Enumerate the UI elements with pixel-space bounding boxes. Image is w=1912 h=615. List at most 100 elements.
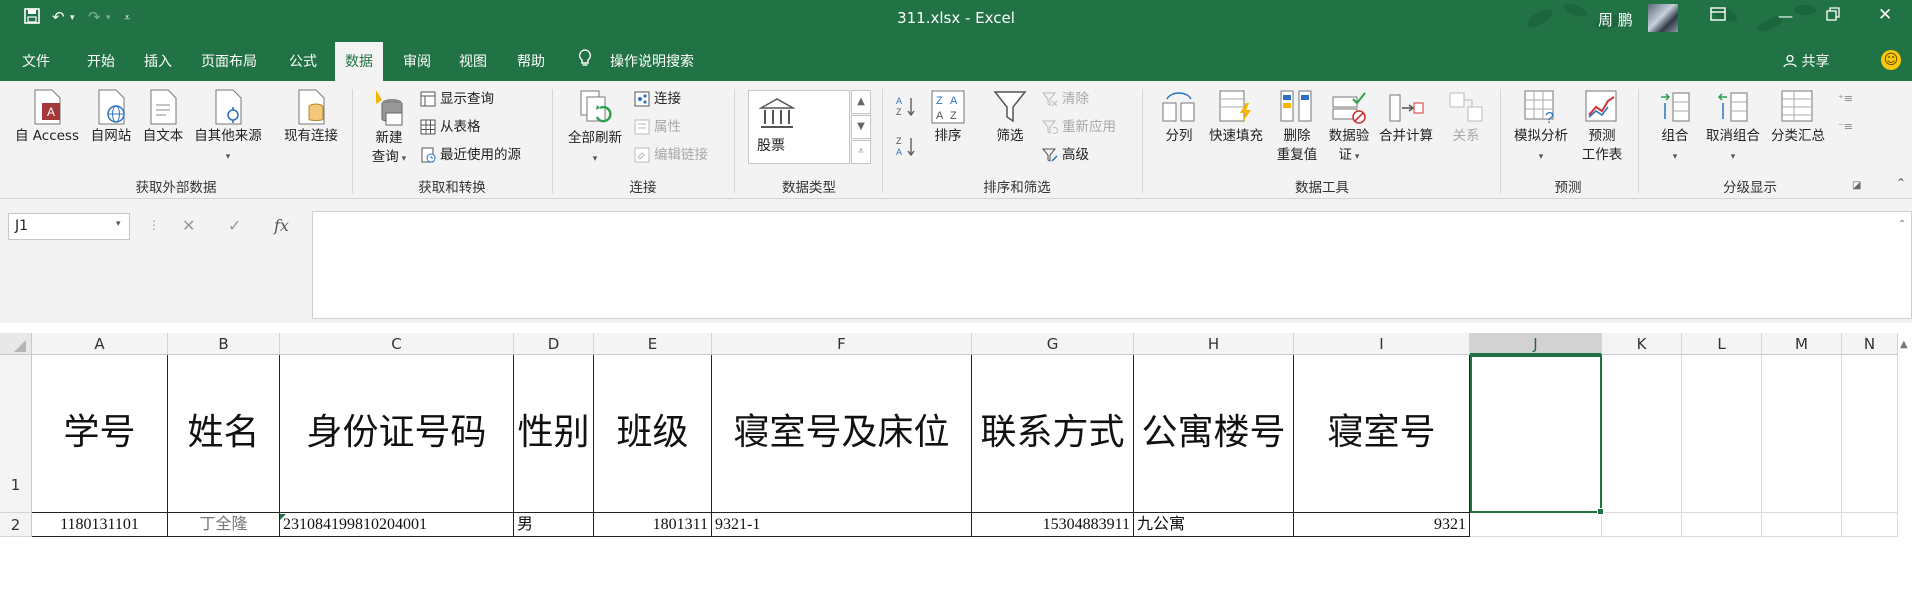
cell-l1[interactable] — [1682, 355, 1762, 513]
column-header-g[interactable]: G — [972, 333, 1134, 355]
column-header-j[interactable]: J — [1470, 333, 1602, 355]
cell-c2[interactable]: 231084199810204001 — [280, 513, 514, 537]
cell-j2[interactable] — [1470, 513, 1602, 537]
cell-d1[interactable]: 性别 — [514, 355, 594, 513]
restore-icon[interactable] — [1826, 7, 1840, 25]
cell-g2[interactable]: 15304883911 — [972, 513, 1134, 537]
sort-button[interactable]: ZAAZ 排序 — [924, 89, 972, 146]
share-button[interactable]: 共享 — [1783, 51, 1829, 71]
cell-c1[interactable]: 身份证号码 — [280, 355, 514, 513]
remove-duplicates-button[interactable]: 删除 重复值 — [1272, 89, 1322, 165]
row-header-1[interactable]: 1 — [0, 355, 32, 513]
cell-i1[interactable]: 寝室号 — [1294, 355, 1470, 513]
column-header-a[interactable]: A — [32, 333, 168, 355]
new-query-button[interactable]: 新建 查询 ▾ — [362, 89, 416, 169]
text-to-columns-button[interactable]: 分列 — [1156, 89, 1202, 146]
cancel-icon[interactable]: ✕ — [182, 216, 195, 235]
reapply-button[interactable]: 重新应用 — [1042, 117, 1116, 137]
tab-view[interactable]: 视图 — [459, 51, 487, 71]
cell-n2[interactable] — [1842, 513, 1898, 537]
flash-fill-button[interactable]: 快速填充 — [1204, 89, 1268, 146]
hide-detail-icon[interactable]: ⁻≡ — [1838, 117, 1853, 137]
what-if-analysis-button[interactable]: ? 模拟分析 ▾ — [1508, 89, 1574, 167]
show-detail-icon[interactable]: ⁺≡ — [1838, 89, 1853, 109]
cell-h2[interactable]: 九公寓 — [1134, 513, 1294, 537]
cell-l2[interactable] — [1682, 513, 1762, 537]
clear-filter-button[interactable]: 清除 — [1042, 89, 1089, 109]
cell-a1[interactable]: 学号 — [32, 355, 168, 513]
column-header-e[interactable]: E — [594, 333, 712, 355]
name-box-dropdown-icon[interactable]: ▾ — [116, 219, 121, 229]
existing-connections-button[interactable]: 现有连接 — [278, 89, 344, 146]
cell-b1[interactable]: 姓名 — [168, 355, 280, 513]
cell-g1[interactable]: 联系方式 — [972, 355, 1134, 513]
column-header-d[interactable]: D — [514, 333, 594, 355]
ribbon-display-icon[interactable] — [1710, 7, 1726, 25]
stocks-data-type-button[interactable]: 股票 — [748, 90, 850, 164]
tab-file[interactable]: 文件 — [22, 51, 50, 71]
avatar[interactable] — [1648, 4, 1678, 32]
formula-input[interactable] — [312, 211, 1912, 319]
filter-button[interactable]: 筛选 — [986, 89, 1034, 146]
dialog-launcher-icon[interactable]: ◪ — [1852, 176, 1861, 196]
tab-review[interactable]: 审阅 — [403, 51, 431, 71]
show-queries-button[interactable]: 显示查询 — [420, 89, 494, 109]
scroll-up-icon[interactable]: ▲ — [1900, 339, 1908, 350]
cell-f1[interactable]: 寝室号及床位 — [712, 355, 972, 513]
cell-f2[interactable]: 9321-1 — [712, 513, 972, 537]
column-header-b[interactable]: B — [168, 333, 280, 355]
properties-button[interactable]: 属性 — [634, 117, 681, 137]
tab-page-layout[interactable]: 页面布局 — [201, 51, 257, 71]
cell-k1[interactable] — [1602, 355, 1682, 513]
cell-m2[interactable] — [1762, 513, 1842, 537]
cell-m1[interactable] — [1762, 355, 1842, 513]
forecast-sheet-button[interactable]: 预测 工作表 — [1576, 89, 1628, 165]
insert-function-icon[interactable]: fx — [274, 216, 289, 235]
consolidate-button[interactable]: 合并计算 — [1374, 89, 1438, 146]
feedback-smiley-icon[interactable]: ☺ — [1881, 50, 1901, 70]
fill-handle[interactable] — [1597, 508, 1604, 515]
recent-sources-button[interactable]: 最近使用的源 — [420, 145, 521, 165]
from-access-button[interactable]: A 自 Access — [8, 89, 86, 146]
column-header-n[interactable]: N — [1842, 333, 1898, 355]
cell-b2[interactable]: 丁全隆 — [168, 513, 280, 537]
row-header-2[interactable]: 2 — [0, 513, 32, 537]
cell-h1[interactable]: 公寓楼号 — [1134, 355, 1294, 513]
refresh-all-button[interactable]: 全部刷新 ▾ — [562, 89, 628, 169]
cell-e2[interactable]: 1801311 — [594, 513, 712, 537]
column-header-k[interactable]: K — [1602, 333, 1682, 355]
enter-icon[interactable]: ✓ — [228, 216, 241, 235]
column-header-i[interactable]: I — [1294, 333, 1470, 355]
select-all-corner[interactable] — [0, 333, 32, 355]
gallery-up-icon[interactable]: ▲ — [851, 90, 871, 114]
tab-insert[interactable]: 插入 — [144, 51, 172, 71]
column-header-h[interactable]: H — [1134, 333, 1294, 355]
from-web-button[interactable]: 自网站 — [86, 89, 136, 146]
tell-me-search[interactable]: 操作说明搜索 — [610, 51, 694, 71]
cell-n1[interactable] — [1842, 355, 1898, 513]
tab-help[interactable]: 帮助 — [517, 51, 545, 71]
name-box[interactable]: J1 — [8, 213, 130, 240]
cell-k2[interactable] — [1602, 513, 1682, 537]
tab-home[interactable]: 开始 — [87, 51, 115, 71]
edit-links-button[interactable]: 编辑链接 — [634, 145, 708, 165]
group-button[interactable]: 组合 ▾ — [1652, 89, 1698, 167]
cell-e1[interactable]: 班级 — [594, 355, 712, 513]
column-header-f[interactable]: F — [712, 333, 972, 355]
user-name[interactable]: 周 鹏 — [1598, 9, 1633, 30]
cell-d2[interactable]: 男 — [514, 513, 594, 537]
sort-z-to-a-icon[interactable]: ZA — [896, 135, 916, 157]
tab-formulas[interactable]: 公式 — [289, 51, 317, 71]
data-validation-button[interactable]: 数据验 证 ▾ — [1324, 89, 1374, 167]
gallery-down-icon[interactable]: ▼ — [851, 115, 871, 139]
subtotal-button[interactable]: 分类汇总 — [1766, 89, 1830, 146]
column-header-c[interactable]: C — [280, 333, 514, 355]
advanced-filter-button[interactable]: 高级 — [1042, 145, 1089, 165]
minimize-icon[interactable]: — — [1778, 7, 1793, 25]
from-other-sources-button[interactable]: 自其他来源 ▾ — [188, 89, 268, 167]
collapse-ribbon-icon[interactable]: ⌃ — [1896, 173, 1906, 193]
cell-i2[interactable]: 9321 — [1294, 513, 1470, 537]
gallery-more-icon[interactable]: ⩡ — [851, 140, 871, 164]
connections-button[interactable]: 连接 — [634, 89, 681, 109]
from-table-button[interactable]: 从表格 — [420, 117, 481, 137]
